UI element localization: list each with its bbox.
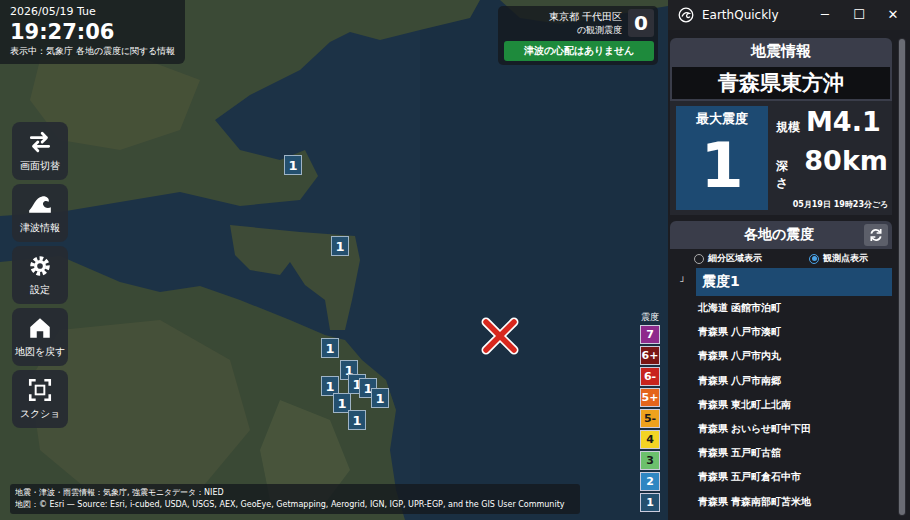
window-control[interactable]: ☐ bbox=[842, 0, 876, 30]
observed-value: 0 bbox=[628, 9, 654, 37]
toolbar-button[interactable]: 地図を戻す bbox=[12, 308, 68, 366]
clock-time: 19:27:06 bbox=[10, 19, 175, 45]
attribution-line: 地震・津波・雨雲情報：気象庁, 強震モニタデータ：NIED bbox=[15, 487, 575, 499]
epicenter-icon bbox=[480, 316, 520, 356]
depth: 深さ80km bbox=[776, 145, 888, 192]
radio-icon bbox=[809, 254, 819, 264]
legend-level: 7 bbox=[640, 325, 660, 344]
wave-icon bbox=[27, 191, 53, 217]
app-window: 2026/05/19 Tue19:27:06表示中：気象庁 各地の震度に関する情… bbox=[0, 0, 910, 520]
app-title: EarthQuickly bbox=[702, 8, 808, 22]
intensity-marker[interactable]: 1 bbox=[331, 236, 349, 256]
legend-level: 6- bbox=[640, 367, 660, 386]
window-control[interactable]: ─ bbox=[808, 0, 842, 30]
home-icon bbox=[27, 315, 53, 341]
mode-radio[interactable]: 観測点表示 bbox=[809, 252, 868, 265]
app-logo-icon bbox=[678, 7, 694, 23]
group-mark: ┘ bbox=[670, 277, 696, 287]
max-intensity: 最大震度1 bbox=[676, 106, 768, 210]
intensity-marker[interactable]: 1 bbox=[371, 388, 389, 408]
clock-caption: 表示中：気象庁 各地の震度に関する情報 bbox=[10, 45, 175, 58]
toolbar-label: 設定 bbox=[30, 283, 50, 297]
toolbar-label: 地図を戻す bbox=[15, 345, 65, 359]
scroll-thumb[interactable] bbox=[899, 39, 905, 515]
display-mode: 細分区域表示 観測点表示 bbox=[670, 249, 892, 268]
clock-date: 2026/05/19 Tue bbox=[10, 5, 175, 19]
gear-icon bbox=[27, 253, 53, 279]
station-list: ┘震度1北海道 函館市泊町青森県 八戸市湊町青森県 八戸市内丸青森県 八戸市南郷… bbox=[670, 268, 892, 514]
toolbar-button[interactable]: 津波情報 bbox=[12, 184, 68, 242]
quake-info: 最大震度1 規模 M4.1 深さ80km 05月19日 19時23分ごろ bbox=[670, 101, 892, 215]
station-row[interactable]: 北海道 函館市泊町 bbox=[670, 296, 892, 320]
toolbar-button[interactable]: 設定 bbox=[12, 246, 68, 304]
mode-radio[interactable]: 細分区域表示 bbox=[694, 252, 762, 265]
legend-level: 3 bbox=[640, 451, 660, 470]
station-row[interactable]: 青森県 八戸市内丸 bbox=[670, 344, 892, 368]
quake-time: 05月19日 19時23分ごろ bbox=[776, 199, 888, 210]
depth-label: 深さ bbox=[776, 158, 798, 192]
toolbar-label: 津波情報 bbox=[20, 221, 60, 235]
refresh-icon bbox=[868, 227, 884, 243]
toolbar-label: 画面切替 bbox=[20, 159, 60, 173]
refresh-button[interactable] bbox=[864, 224, 888, 246]
toolbar: 画面切替津波情報設定地図を戻すスクショ bbox=[12, 122, 68, 428]
quake-heading: 地震情報 bbox=[670, 38, 892, 65]
intensity-list-heading: 各地の震度 bbox=[670, 221, 892, 249]
station-row[interactable]: 青森県 五戸町倉石中市 bbox=[670, 465, 892, 489]
intensity-legend: 震度 7 6+ 6- 5+ 5- 4 3 2 1 bbox=[640, 311, 660, 512]
station-row[interactable]: 青森県 八戸市南郷 bbox=[670, 369, 892, 393]
tsunami-badge: 津波の心配はありません bbox=[504, 41, 654, 61]
toolbar-button[interactable]: 画面切替 bbox=[12, 122, 68, 180]
scrollbar[interactable] bbox=[898, 38, 906, 516]
magnitude: 規模 M4.1 bbox=[776, 106, 888, 137]
station-row[interactable]: 青森県 おいらせ町中下田 bbox=[670, 417, 892, 441]
station-row[interactable]: 青森県 八戸市湊町 bbox=[670, 320, 892, 344]
observed-caption: の観測震度 bbox=[504, 24, 622, 37]
magnitude-label: 規模 bbox=[776, 119, 800, 136]
station-row[interactable]: 青森県 五戸町古舘 bbox=[670, 441, 892, 465]
station-row[interactable]: 青森県 東北町上北南 bbox=[670, 393, 892, 417]
attribution-line: 地図：© Esri — Source: Esri, i-cubed, USDA,… bbox=[15, 499, 575, 511]
max-intensity-value: 1 bbox=[700, 128, 743, 204]
station-row[interactable]: 青森県 青森南部町苫米地 bbox=[670, 490, 892, 514]
magnitude-value: M4.1 bbox=[806, 106, 881, 137]
depth-value: 80km bbox=[804, 145, 888, 176]
screenshot-icon bbox=[27, 377, 53, 403]
intensity-marker[interactable]: 1 bbox=[284, 155, 302, 175]
switch-icon bbox=[27, 129, 53, 155]
window-control[interactable]: ✕ bbox=[876, 0, 910, 30]
intensity-marker[interactable]: 1 bbox=[348, 410, 366, 430]
legend-level: 2 bbox=[640, 472, 660, 491]
quake-region: 青森県東方沖 bbox=[670, 65, 892, 101]
max-intensity-label: 最大震度 bbox=[696, 110, 748, 128]
intensity-marker[interactable]: 1 bbox=[321, 338, 339, 358]
title-bar: EarthQuickly─☐✕ bbox=[668, 0, 910, 30]
radio-icon bbox=[694, 254, 704, 264]
toolbar-button[interactable]: スクショ bbox=[12, 370, 68, 428]
intensity-group[interactable]: ┘震度1 bbox=[670, 268, 892, 296]
legend-title: 震度 bbox=[641, 311, 659, 323]
legend-level: 4 bbox=[640, 430, 660, 449]
observed-panel: 東京都 千代田区の観測震度 0 津波の心配はありません bbox=[498, 6, 658, 65]
clock-panel: 2026/05/19 Tue19:27:06表示中：気象庁 各地の震度に関する情… bbox=[0, 0, 185, 64]
legend-level: 1 bbox=[640, 493, 660, 512]
legend-level: 5+ bbox=[640, 388, 660, 407]
legend-level: 5- bbox=[640, 409, 660, 428]
legend-level: 6+ bbox=[640, 346, 660, 365]
group-label: 震度1 bbox=[696, 268, 892, 296]
map[interactable]: 2026/05/19 Tue19:27:06表示中：気象庁 各地の震度に関する情… bbox=[0, 0, 668, 520]
side-panel: EarthQuickly─☐✕ 地震情報青森県東方沖最大震度1 規模 M4.1 深さ80… bbox=[668, 0, 910, 520]
toolbar-label: スクショ bbox=[20, 407, 60, 421]
observed-place: 東京都 千代田区 bbox=[504, 10, 622, 24]
map-terrain bbox=[0, 0, 668, 520]
attribution: 地震・津波・雨雲情報：気象庁, 強震モニタデータ：NIED地図：© Esri —… bbox=[10, 484, 580, 514]
